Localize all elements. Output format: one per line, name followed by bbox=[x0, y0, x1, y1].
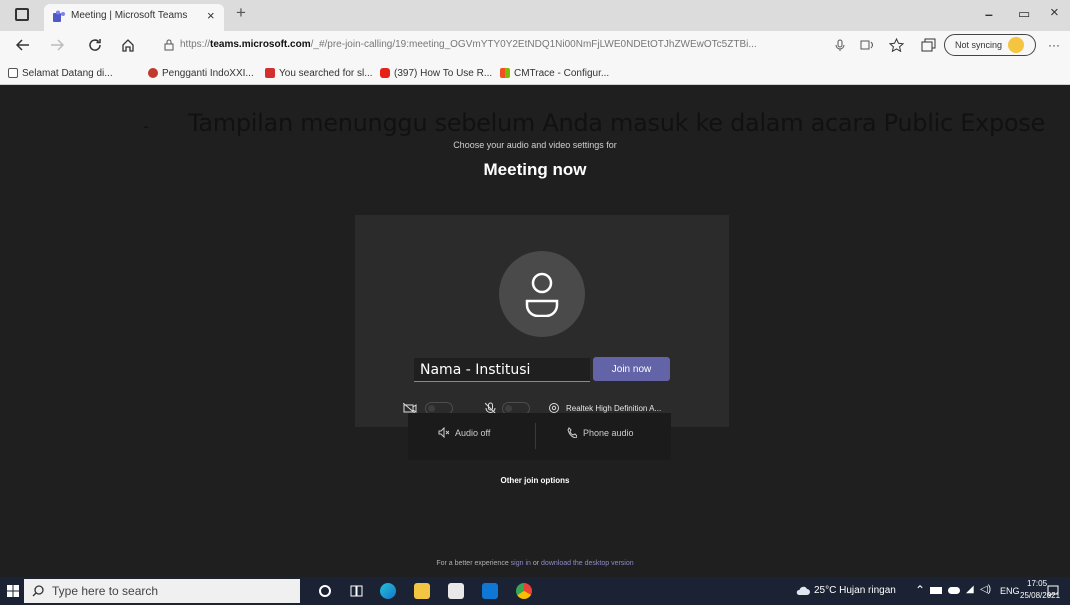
restore-button[interactable]: ▭ bbox=[1018, 6, 1030, 22]
favorite-item[interactable]: You searched for sl... bbox=[265, 65, 373, 81]
task-view-icon[interactable] bbox=[350, 585, 363, 597]
windows-taskbar: Type here to search 25°C Hujan ringan ⌃ … bbox=[0, 577, 1070, 605]
favorite-item[interactable]: CMTrace - Configur... bbox=[500, 65, 609, 81]
device-settings-label[interactable]: Realtek High Definition A... bbox=[566, 404, 661, 413]
youtube-icon bbox=[380, 68, 390, 78]
tab-actions-button[interactable] bbox=[15, 8, 29, 21]
notifications-icon[interactable] bbox=[1047, 585, 1059, 597]
weather-cloud-icon bbox=[796, 586, 810, 595]
taskbar-search[interactable]: Type here to search bbox=[24, 579, 300, 603]
better-experience-note: For a better experience sign in or downl… bbox=[0, 560, 1070, 567]
microphone-icon[interactable] bbox=[835, 39, 845, 52]
better-prefix: For a better experience bbox=[436, 560, 511, 567]
tab-close-icon[interactable]: × bbox=[207, 8, 215, 23]
favorites-bar: Selamat Datang di... Pengganti IndoXXI..… bbox=[0, 60, 1070, 85]
better-mid: or bbox=[530, 560, 542, 567]
close-window-button[interactable]: × bbox=[1050, 4, 1059, 21]
volume-icon[interactable]: ◁) bbox=[980, 584, 991, 595]
tab-meeting[interactable]: Meeting | Microsoft Teams × bbox=[44, 4, 224, 31]
pre-join-screen: - Tampilan menunggu sebelum Anda masuk k… bbox=[0, 86, 1070, 577]
favorite-item[interactable]: (397) How To Use R... bbox=[380, 65, 492, 81]
home-icon[interactable] bbox=[121, 38, 135, 52]
new-tab-button[interactable]: + bbox=[236, 3, 246, 23]
more-menu-button[interactable]: ··· bbox=[1048, 38, 1060, 52]
favorite-item[interactable]: Selamat Datang di... bbox=[8, 65, 113, 81]
favorite-label: Selamat Datang di... bbox=[22, 67, 113, 79]
file-explorer-icon[interactable] bbox=[414, 583, 430, 599]
read-aloud-icon[interactable] bbox=[860, 38, 876, 52]
refresh-icon[interactable] bbox=[88, 38, 102, 52]
phone-audio-option[interactable]: Phone audio bbox=[567, 427, 634, 438]
profile-sync-label: Not syncing bbox=[955, 40, 1003, 50]
favorite-item[interactable]: Pengganti IndoXXI... bbox=[148, 65, 254, 81]
battery-icon[interactable] bbox=[930, 587, 942, 594]
chrome-icon[interactable] bbox=[516, 583, 532, 599]
avatar bbox=[1008, 37, 1025, 53]
name-input[interactable] bbox=[414, 358, 590, 382]
search-placeholder: Type here to search bbox=[52, 584, 159, 598]
speaker-off-icon bbox=[438, 427, 449, 438]
language-indicator[interactable]: ENG bbox=[1000, 586, 1020, 596]
url-prefix: https:// bbox=[180, 39, 211, 50]
show-hidden-icons-chevron-icon[interactable]: ⌃ bbox=[915, 583, 925, 597]
favorite-label: CMTrace - Configur... bbox=[514, 67, 610, 79]
onedrive-cloud-icon[interactable] bbox=[948, 587, 960, 594]
store-icon[interactable] bbox=[448, 583, 464, 599]
download-desktop-link[interactable]: download the desktop version bbox=[541, 560, 634, 567]
overlay-caption: Tampilan menunggu sebelum Anda masuk ke … bbox=[188, 109, 1045, 137]
browser-tab-bar: Meeting | Microsoft Teams × + – ▭ × bbox=[0, 0, 1070, 31]
app-icon bbox=[265, 68, 275, 78]
network-icon[interactable]: ◢ bbox=[966, 584, 974, 595]
tab-title: Meeting | Microsoft Teams bbox=[71, 10, 188, 21]
minimize-button[interactable]: – bbox=[985, 6, 993, 22]
avatar bbox=[499, 251, 585, 337]
sign-in-link[interactable]: sign in bbox=[511, 560, 531, 567]
browser-toolbar: https://teams.microsoft.com/_#/pre-join-… bbox=[0, 31, 1070, 60]
overlay-dash: - bbox=[143, 116, 149, 136]
audio-off-label: Audio off bbox=[455, 427, 491, 438]
flower-icon bbox=[148, 68, 158, 78]
preview-card: Join now Realtek High Definition A... bbox=[355, 215, 729, 427]
favorite-label: Pengganti IndoXXI... bbox=[162, 67, 254, 79]
person-icon bbox=[525, 272, 559, 317]
other-join-options-label: Other join options bbox=[500, 476, 570, 485]
teams-icon bbox=[53, 10, 65, 22]
back-arrow-icon[interactable] bbox=[16, 39, 30, 51]
weather-status[interactable]: 25°C Hujan ringan bbox=[814, 585, 896, 596]
address-bar[interactable]: https://teams.microsoft.com/_#/pre-join-… bbox=[180, 39, 820, 53]
edge-icon[interactable] bbox=[380, 583, 396, 599]
favorites-star-icon[interactable] bbox=[889, 38, 904, 52]
forward-arrow-icon[interactable] bbox=[50, 39, 64, 51]
collections-icon[interactable] bbox=[921, 38, 936, 52]
favorite-label: You searched for sl... bbox=[279, 67, 373, 79]
lock-icon[interactable] bbox=[164, 39, 174, 51]
audio-off-option[interactable]: Audio off bbox=[438, 427, 490, 438]
profile-sync-button[interactable]: Not syncing bbox=[944, 34, 1036, 56]
favorite-label: (397) How To Use R... bbox=[394, 67, 493, 79]
url-path: /_#/pre-join-calling/19:meeting_OGVmYTY0… bbox=[310, 39, 757, 50]
windows-icon bbox=[500, 68, 510, 78]
phone-audio-label: Phone audio bbox=[583, 427, 634, 438]
url-host: teams.microsoft.com bbox=[210, 39, 311, 50]
other-join-options: Audio off Phone audio bbox=[408, 413, 671, 460]
mail-icon[interactable] bbox=[482, 583, 498, 599]
settings-subtitle: Choose your audio and video settings for bbox=[453, 140, 617, 150]
search-icon bbox=[32, 585, 44, 597]
join-now-button[interactable]: Join now bbox=[593, 357, 670, 381]
phone-icon bbox=[567, 427, 577, 438]
page-title: Meeting now bbox=[483, 160, 587, 179]
cortana-icon[interactable] bbox=[319, 585, 331, 597]
clock-time[interactable]: 17:05 bbox=[1027, 579, 1047, 588]
windows-start-icon[interactable] bbox=[7, 585, 19, 597]
page-icon bbox=[8, 68, 18, 78]
option-divider bbox=[535, 423, 536, 449]
